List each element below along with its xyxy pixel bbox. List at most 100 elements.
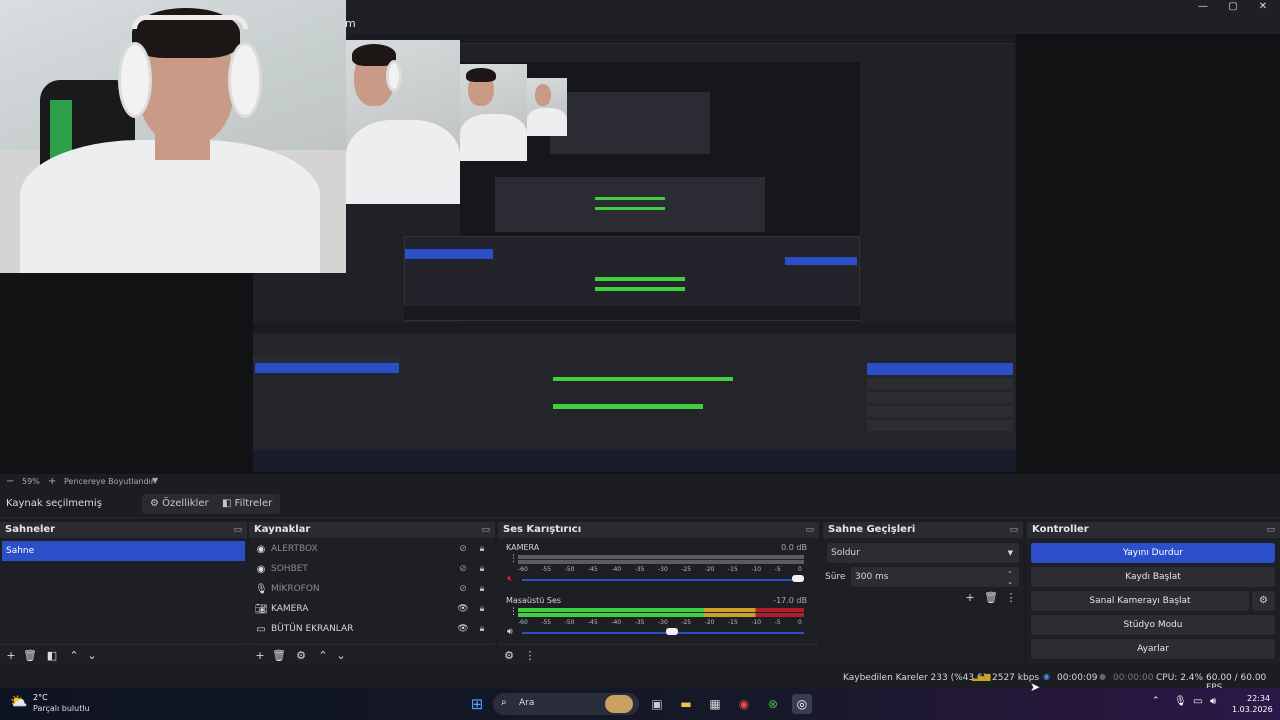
source-item[interactable]: 📷︎ KAMERA 👁︎ 🔒︎ [249,600,495,620]
eye-icon[interactable]: 👁︎ [457,624,469,634]
task-view-icon[interactable]: ▣ [647,694,667,714]
duration-input[interactable]: 300 ms ⌃ ⌄ [851,567,1019,587]
minimize-icon[interactable]: — [1186,0,1220,14]
transition-select[interactable]: Soldur ▼ [827,543,1019,563]
obs-icon[interactable]: ◎ [792,694,812,714]
xbox-icon[interactable]: ⊗ [763,694,783,714]
microphone-tray-icon[interactable]: 🎙︎ [1174,696,1187,707]
volume-slider-track[interactable] [522,632,804,634]
eye-icon[interactable]: 👁︎ [457,604,469,614]
meter-scale-tick: -35 [634,619,645,626]
add-source-icon[interactable]: + [252,649,268,663]
level-meter [518,560,804,564]
volume-slider-track[interactable] [522,579,804,581]
filters-button[interactable]: ◧ Filtreler [214,494,281,514]
nested-obs-window [495,177,765,232]
volume-tray-icon[interactable]: 🔊︎ [1210,696,1216,707]
remove-transition-icon[interactable]: 🗑 [983,591,999,605]
monitor-icon: ▭ [256,624,266,635]
advanced-audio-icon[interactable]: ⚙ [501,649,517,663]
channel-menu-icon[interactable]: ⋮ [509,607,518,617]
chrome-icon[interactable]: ◉ [734,694,754,714]
lock-icon[interactable]: 🔒︎ [477,624,487,634]
eye-hidden-icon[interactable]: ⊘ [457,544,469,554]
settings-button[interactable]: Ayarlar [1031,639,1275,659]
clock-time[interactable]: 22:34 [1247,694,1270,703]
undock-icon[interactable]: ▭ [481,522,490,538]
camera-icon: 📷︎ [255,604,268,615]
close-icon[interactable]: ✕ [1246,0,1280,14]
zoom-in-button[interactable]: + [48,476,56,487]
start-recording-button[interactable]: Kaydı Başlat [1031,567,1275,587]
scenes-title: Sahneler ▭ [0,522,247,538]
source-properties-icon[interactable]: ⚙ [293,649,309,663]
meter-scale-tick: -35 [634,566,645,573]
undock-icon[interactable]: ▭ [233,522,242,538]
store-icon[interactable]: ▦ [705,694,725,714]
add-transition-icon[interactable]: + [962,591,978,605]
chevron-up-icon[interactable]: ⌃ [1152,696,1160,706]
source-item[interactable]: 🎙︎ MİKROFON ⊘ 🔒︎ [249,580,495,600]
maximize-icon[interactable]: ▢ [1216,0,1250,14]
undock-icon[interactable]: ▭ [1009,522,1018,538]
source-item[interactable]: ▭ BÜTÜN EKRANLAR 👁︎ 🔒︎ [249,620,495,640]
controls-title: Kontroller ▭ [1027,522,1280,538]
weather-desc: Parçalı bulutlu [33,704,90,713]
mixer-menu-icon[interactable]: ⋮ [522,649,538,663]
fit-to-window-button[interactable]: Pencereye Boyutlandır [64,477,154,486]
sources-footer: + 🗑 ⚙ ⌃ ⌄ [249,644,495,666]
start-virtual-camera-button[interactable]: Sanal Kamerayı Başlat [1031,591,1249,611]
source-item[interactable]: ◉ SOHBET ⊘ 🔒︎ [249,560,495,580]
lock-icon[interactable]: 🔒︎ [477,604,487,614]
eye-hidden-icon[interactable]: ⊘ [457,584,469,594]
undock-icon[interactable]: ▭ [1266,522,1275,538]
nested-obs-docks [253,333,1016,450]
microphone-icon: 🎙︎ [255,584,268,595]
eye-hidden-icon[interactable]: ⊘ [457,564,469,574]
properties-button[interactable]: ⚙ Özellikler [142,494,217,514]
virtual-camera-settings-icon[interactable]: ⚙ [1252,591,1275,611]
zoom-dropdown-icon[interactable]: ▼ [152,476,158,485]
remove-scene-icon[interactable]: 🗑 [22,649,38,663]
clock-date[interactable]: 1.03.2026 [1232,705,1273,714]
meter-scale-tick: -10 [751,619,762,626]
dropped-frames: Kaybedilen Kareler 233 (%43.6) [843,673,987,683]
move-up-icon[interactable]: ⌃ [315,649,331,663]
muted-speaker-icon[interactable]: 🔇︎ [507,574,513,584]
move-down-icon[interactable]: ⌄ [333,649,349,663]
studio-mode-button[interactable]: Stüdyo Modu [1031,615,1275,635]
meter-scale-tick: -20 [704,619,715,626]
file-explorer-icon[interactable]: ▬ [676,694,696,714]
channel-menu-icon[interactable]: ⋮ [509,554,518,564]
transition-menu-icon[interactable]: ⋮ [1003,591,1019,605]
remove-source-icon[interactable]: 🗑 [271,649,287,663]
add-scene-icon[interactable]: + [3,649,19,663]
browser-icon: ◉ [256,544,266,555]
scene-filters-icon[interactable]: ◧ [44,649,60,663]
scene-item-sahne[interactable]: Sahne [2,541,245,561]
zoom-out-button[interactable]: − [6,476,14,487]
move-down-icon[interactable]: ⌄ [84,649,100,663]
stop-stream-button[interactable]: Yayını Durdur [1031,543,1275,563]
mixer-footer: ⚙ ⋮ [498,644,819,666]
lock-icon[interactable]: 🔒︎ [477,544,487,554]
windows-start-icon[interactable]: ⊞ [467,694,487,714]
undock-icon[interactable]: ▭ [805,522,814,538]
mixer-channel-desktop-audio: Masaüstü Ses -17.0 dB ⋮ -60 -55 -50 -45 -40-… [506,596,807,637]
network-icon[interactable]: ▭ [1193,696,1202,707]
speaker-icon[interactable]: 🔊︎ [507,627,513,637]
status-bar: Kaybedilen Kareler 233 (%43.6) ▂▄▆ 2527 … [0,668,1280,693]
move-up-icon[interactable]: ⌃ [66,649,82,663]
volume-slider-handle[interactable] [665,628,678,635]
weather-icon[interactable]: ⛅ [10,694,27,710]
taskbar-search[interactable]: ⌕ Ara [493,693,639,715]
lock-icon[interactable]: 🔒︎ [477,584,487,594]
volume-slider-handle[interactable] [791,575,804,582]
transitions-title: Sahne Geçişleri ▭ [823,522,1023,538]
chevron-down-icon[interactable]: ⌄ [1007,572,1013,592]
lock-icon[interactable]: 🔒︎ [477,564,487,574]
record-time: 00:00:00 [1113,673,1154,683]
mixer-channel-kamera: KAMERA 0.0 dB ⋮ -60 -55 -50 -45 -40 -35 -30 -25… [506,543,807,584]
source-item[interactable]: ◉ ALERTBOX ⊘ 🔒︎ [249,540,495,560]
cpu-usage: CPU: 2.4% [1156,673,1204,683]
